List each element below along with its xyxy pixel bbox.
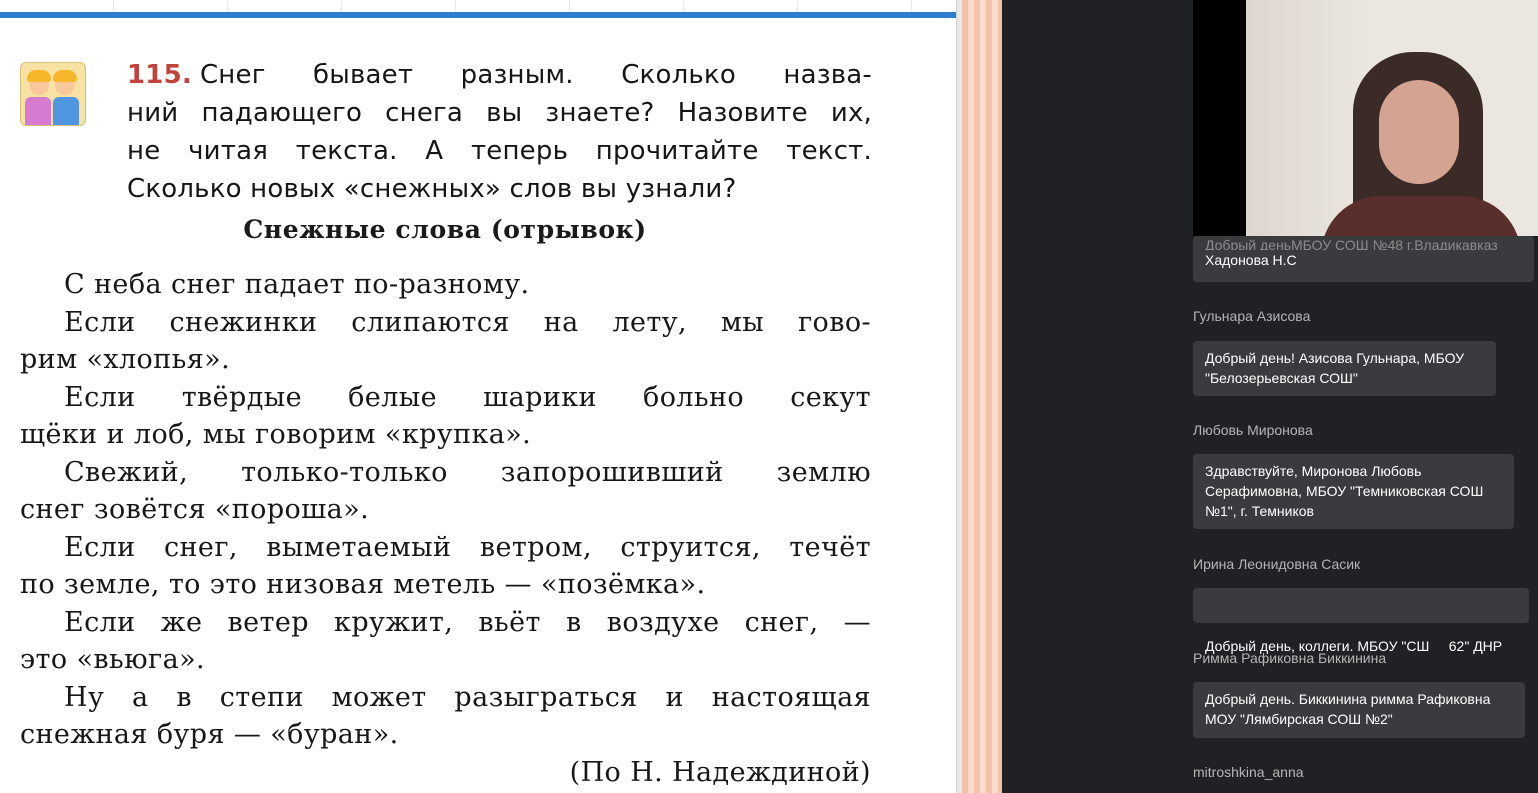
- chat-message-line: Добрый день. Биккинина римма Рафиковна: [1205, 691, 1491, 707]
- chat-message: Добрый день. Биккинина римма Рафиковна М…: [1193, 682, 1525, 738]
- chat-sender: mitroshkina_anna: [1193, 764, 1304, 780]
- story-line: Ну а в степи может разыграться и настоящ…: [64, 681, 871, 713]
- kid-head: [27, 70, 51, 95]
- chat-message: Добрый день, коллеги. МБОУ "СШ 62" ДНР: [1193, 588, 1529, 654]
- kid-head: [53, 70, 77, 95]
- chat-message: Здравствуйте, Миронова Любовь Серафимовн…: [1193, 454, 1514, 529]
- story-text: С неба снег падает по-разному. Если снеж…: [20, 266, 871, 754]
- chat-sender: Любовь Миронова: [1193, 422, 1313, 438]
- story-line: Если снежинки слипаются на лету, мы гово…: [64, 306, 871, 338]
- story-line: Если твёрдые белые шарики больно секут: [64, 381, 871, 413]
- panel-splitter[interactable]: [962, 0, 1002, 793]
- story-line: Если снег, выметаемый ветром, струится, …: [64, 531, 871, 563]
- task-line: ний падающего снега вы знаете? Назовите …: [127, 98, 872, 128]
- chat-message-line: Добрый день! Азисова Гульнара, МБОУ: [1205, 350, 1465, 366]
- chat-message-line: "Белозерьевская СОШ": [1205, 370, 1358, 386]
- task-number: 115.: [127, 60, 192, 90]
- video-letterbox: [1193, 0, 1246, 236]
- chat-message-line: МОУ "Лямбирская СОШ №2": [1205, 711, 1393, 727]
- kids-icon: [20, 62, 86, 126]
- story-line: снег зовётся «пороша».: [20, 494, 370, 525]
- participant-video[interactable]: [1193, 0, 1538, 236]
- participant-face: [1379, 80, 1459, 184]
- page-top-strip: [0, 0, 962, 12]
- shared-screen-page: 115. Снег бывает разным. Сколько назва- н…: [0, 0, 962, 793]
- chat-message-cut-line: Добрый деньМБОУ СОШ №48 г.Владикавказ: [1205, 238, 1498, 250]
- story-line: С неба снег падает по-разному.: [64, 269, 530, 300]
- story-line: Если же ветер кружит, вьёт в воздухе сне…: [64, 606, 871, 638]
- story-line: снежная буря — «буран».: [20, 719, 399, 750]
- chat-message: Добрый день! Азисова Гульнара, МБОУ "Бел…: [1193, 341, 1496, 396]
- kid-body: [53, 97, 79, 125]
- story-line: по земле, то это низовая метель — «позём…: [20, 569, 706, 600]
- task-text: 115. Снег бывает разным. Сколько назва- н…: [127, 56, 872, 208]
- chat-message-partial: Добрый деньМБОУ СОШ №48 г.Владикавказ Ха…: [1193, 236, 1534, 282]
- task-line: Сколько новых «снежных» слов вы узнали?: [127, 174, 737, 204]
- task-line: 115. Снег бывает разным. Сколько назва-: [127, 60, 872, 90]
- kid-body: [25, 97, 51, 125]
- video-background: [1246, 0, 1366, 236]
- chat-message-line: №1", г. Темников: [1205, 503, 1314, 519]
- chat-message-line: Хадонова Н.С: [1205, 252, 1297, 268]
- chat-sender: Гульнара Азисова: [1193, 308, 1311, 324]
- page-accent-bar: [0, 12, 962, 18]
- chat-message-line: Здравствуйте, Миронова Любовь: [1205, 463, 1422, 479]
- story-line: Свежий, только-только запорошивший землю: [64, 456, 871, 488]
- task-line: не читая текста. А теперь прочитайте тек…: [127, 136, 872, 166]
- chat-message-line: Серафимовна, МБОУ "Темниковская СОШ: [1205, 483, 1484, 499]
- story-attribution: (По Н. Надеждиной): [569, 757, 871, 788]
- story-line: щёки и лоб, мы говорим «крупка».: [20, 419, 532, 450]
- story-line: рим «хлопья».: [20, 344, 231, 375]
- story-line: это «вьюга».: [20, 644, 205, 675]
- chat-sender: Ирина Леонидовна Сасик: [1193, 556, 1361, 572]
- story-title: Снежные слова (отрывок): [243, 215, 647, 244]
- chat-sender: Римма Рафиковна Биккинина: [1193, 650, 1387, 666]
